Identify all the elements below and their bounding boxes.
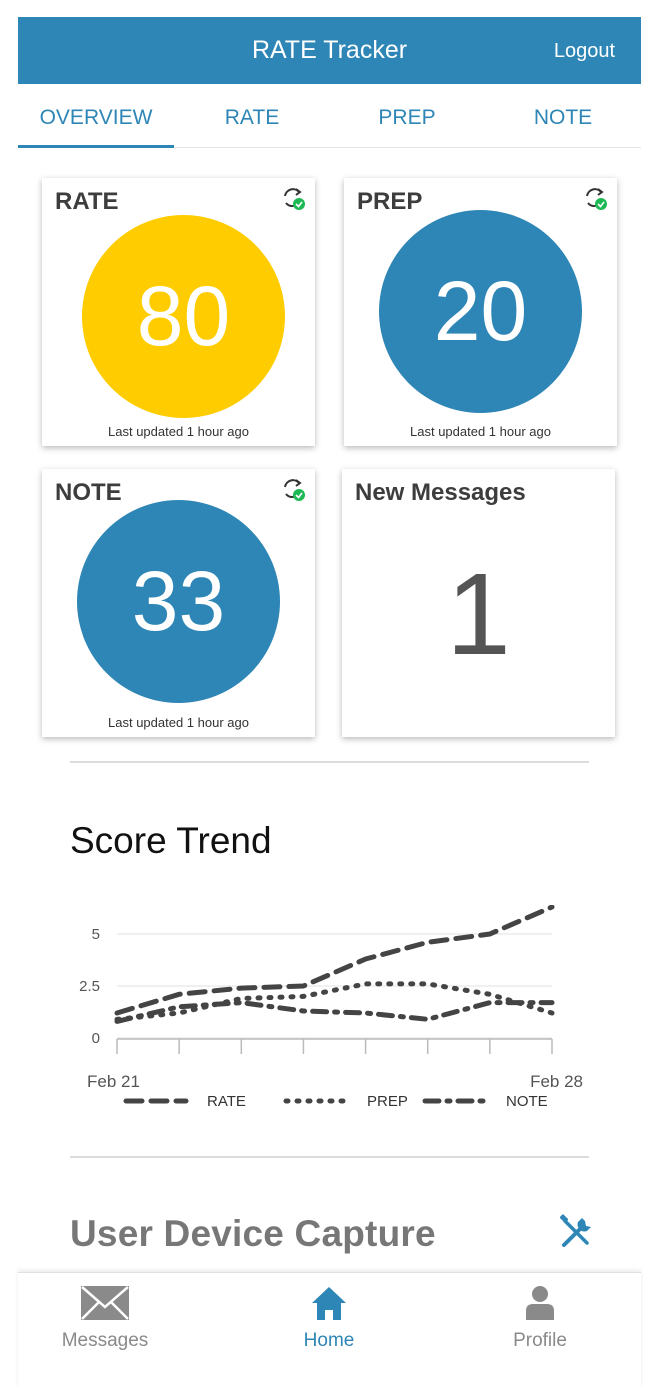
new-messages-count: 1 [446, 549, 511, 679]
score-trend-chart: 0 2.5 5 Feb 21 Feb 28 RATE PREP NOTE [79, 905, 583, 1110]
tab-prep[interactable]: PREP [329, 106, 485, 130]
nav-profile[interactable]: Profile [450, 1273, 630, 1373]
tab-note[interactable]: NOTE [485, 106, 641, 130]
nav-profile-label: Profile [513, 1330, 567, 1351]
person-icon [526, 1286, 554, 1320]
x-tick-label: Feb 21 [87, 1072, 140, 1091]
series-line-rate [114, 905, 555, 1016]
section-divider [70, 1156, 589, 1158]
rate-card-title: RATE [55, 188, 119, 215]
note-card-title: NOTE [55, 479, 122, 506]
rate-last-updated: Last updated 1 hour ago [108, 424, 249, 439]
app-header: RATE Tracker Logout [18, 17, 641, 84]
tab-overview[interactable]: OVERVIEW [18, 106, 174, 130]
nav-messages-label: Messages [61, 1330, 149, 1351]
y-tick-label: 5 [92, 926, 100, 943]
prep-score-circle: 20 [379, 210, 582, 413]
tab-bar: OVERVIEW RATE PREP NOTE [18, 96, 641, 148]
logout-button[interactable]: Logout [554, 40, 615, 63]
wrench-screwdriver-icon[interactable] [556, 1212, 596, 1252]
y-tick-label: 2.5 [79, 978, 100, 995]
note-card[interactable]: NOTE 33 Last updated 1 hour ago [42, 469, 315, 737]
prep-last-updated: Last updated 1 hour ago [410, 424, 551, 439]
rate-score-circle: 80 [82, 215, 285, 418]
rate-card[interactable]: RATE 80 Last updated 1 hour ago [42, 178, 315, 446]
home-icon [312, 1287, 346, 1320]
note-last-updated: Last updated 1 hour ago [108, 715, 249, 730]
x-tick-label: Feb 28 [530, 1072, 583, 1091]
score-trend-title: Score Trend [70, 820, 272, 861]
nav-messages[interactable]: Messages [15, 1273, 195, 1373]
prep-card-title: PREP [357, 188, 423, 215]
note-score: 33 [131, 554, 226, 648]
nav-home-label: Home [303, 1330, 355, 1351]
legend-label-prep: PREP [367, 1093, 408, 1110]
tab-rate[interactable]: RATE [174, 106, 330, 130]
rate-score: 80 [136, 269, 231, 363]
nav-home[interactable]: Home [239, 1273, 419, 1373]
prep-card[interactable]: PREP 20 Last updated 1 hour ago [344, 178, 617, 446]
y-tick-label: 0 [92, 1030, 100, 1047]
prep-score: 20 [433, 264, 528, 358]
section-divider [70, 761, 589, 763]
envelope-icon [81, 1286, 129, 1320]
sync-ok-icon [284, 479, 305, 501]
new-messages-card[interactable]: New Messages 1 [342, 469, 615, 737]
legend-label-note: NOTE [506, 1093, 548, 1110]
new-messages-title: New Messages [355, 479, 526, 506]
legend-label-rate: RATE [207, 1093, 246, 1110]
active-tab-indicator [18, 145, 174, 148]
sync-ok-icon [586, 188, 607, 210]
bottom-nav: Messages Home Profile [18, 1272, 641, 1388]
user-device-capture-title: User Device Capture [70, 1213, 436, 1254]
app-title: RATE Tracker [251, 36, 408, 64]
sync-ok-icon [284, 188, 305, 210]
note-score-circle: 33 [77, 500, 280, 703]
